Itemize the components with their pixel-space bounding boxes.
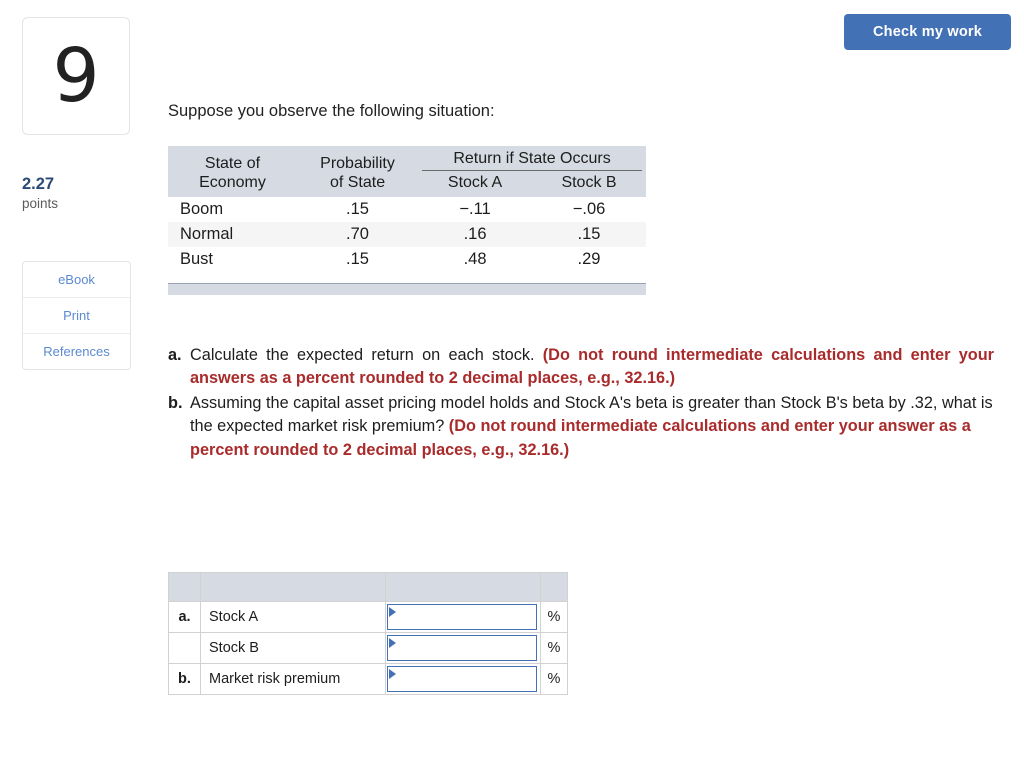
answer-input-stock-a[interactable]: [397, 605, 533, 629]
header-state-of-economy: State of Economy: [168, 146, 297, 197]
question-marker-b: b.: [168, 394, 183, 413]
cell-state: Normal: [168, 222, 297, 247]
question-body-a: Calculate the expected return on each st…: [190, 344, 994, 390]
question-sidebar: 9 2.27 points eBook Print References: [0, 0, 160, 759]
answer-letter-b: b.: [168, 663, 201, 695]
answer-unit-market-risk-premium: %: [540, 663, 568, 695]
cell-stock-b: .15: [532, 222, 646, 247]
cell-state: Bust: [180, 250, 214, 268]
cell-probability: .15: [346, 200, 369, 218]
answer-header-label-cell: [200, 572, 386, 602]
answer-unit-stock-a: %: [540, 601, 568, 633]
cell-stock-b: −.06: [572, 200, 606, 218]
table-group-header-row: State of Economy Probability of State Re…: [168, 146, 646, 197]
cell-state: Boom: [180, 200, 224, 218]
references-button[interactable]: References: [23, 334, 130, 369]
input-wrapper-stock-a[interactable]: [387, 604, 537, 630]
answer-unit-stock-b: %: [540, 632, 568, 664]
answer-letter-a: a.: [168, 601, 201, 633]
situation-table-footer-bar: [168, 283, 646, 295]
answer-input-cell-stock-b[interactable]: [385, 632, 541, 664]
question-body-b: Assuming the capital asset pricing model…: [190, 392, 994, 461]
question-item-b: b. Assuming the capital asset pricing mo…: [168, 392, 994, 461]
points-value: 2.27: [22, 175, 55, 193]
header-state-of-economy-line1: State of: [204, 155, 261, 173]
ebook-button[interactable]: eBook: [23, 262, 130, 298]
cell-stock-a: −.11: [459, 200, 491, 218]
question-item-a: a. Calculate the expected return on each…: [168, 344, 994, 390]
print-button[interactable]: Print: [23, 298, 130, 334]
question-list: a. Calculate the expected return on each…: [168, 344, 994, 464]
header-state-of-economy-line2: Economy: [199, 173, 266, 191]
points-label: points: [22, 195, 59, 211]
answer-label-stock-a: Stock A: [200, 601, 386, 633]
answer-letter-blank: [168, 632, 201, 664]
question-content: Suppose you observe the following situat…: [168, 0, 1008, 759]
intro-text: Suppose you observe the following situat…: [168, 102, 495, 120]
answer-input-cell-stock-a[interactable]: [385, 601, 541, 633]
header-return-if-state-occurs: Return if State Occurs: [418, 146, 646, 170]
question-marker-a: a.: [168, 346, 182, 364]
header-probability-of-state: Probability of State: [296, 146, 419, 197]
tool-list: eBook Print References: [22, 261, 131, 370]
header-stock-b: Stock B: [532, 173, 646, 197]
answer-row-market-risk-premium: b. Market risk premium %: [168, 663, 568, 695]
question-number-card: 9: [22, 17, 130, 135]
input-wrapper-stock-b[interactable]: [387, 635, 537, 661]
cell-stock-a: .16: [418, 222, 533, 247]
cell-stock-a: .48: [463, 250, 487, 268]
header-stock-a: Stock A: [418, 173, 533, 197]
header-probability-line1: Probability: [320, 155, 395, 173]
answer-header-input-cell: [385, 572, 541, 602]
situation-table: State of Economy Probability of State Re…: [168, 146, 646, 272]
answer-row-stock-b: Stock B %: [168, 632, 568, 664]
answer-input-market-risk-premium[interactable]: [397, 667, 533, 691]
situation-table-wrapper: State of Economy Probability of State Re…: [168, 146, 646, 295]
answer-table-wrapper: a. Stock A % Stock B % b. Market risk pr…: [168, 572, 568, 695]
cell-stock-b: .29: [577, 250, 601, 268]
answer-label-market-risk-premium: Market risk premium: [200, 663, 386, 695]
answer-table-header-row: [168, 572, 568, 602]
answer-input-cell-market-risk-premium[interactable]: [385, 663, 541, 695]
answer-row-stock-a: a. Stock A %: [168, 601, 568, 633]
cell-probability: .15: [346, 250, 369, 268]
table-row: Boom .15 −.11 −.06: [168, 197, 646, 222]
header-probability-line2: of State: [329, 173, 386, 191]
answer-header-unit-cell: [540, 572, 568, 602]
question-a-plain: Calculate the expected return on each st…: [190, 346, 543, 364]
answer-input-stock-b[interactable]: [397, 636, 533, 660]
cell-probability: .70: [296, 222, 419, 247]
table-row: Bust .15 .48 .29: [168, 247, 646, 272]
answer-label-stock-b: Stock B: [200, 632, 386, 664]
input-wrapper-market-risk-premium[interactable]: [387, 666, 537, 692]
points-block: 2.27 points: [22, 174, 142, 213]
answer-header-letter-cell: [168, 572, 201, 602]
answer-table: a. Stock A % Stock B % b. Market risk pr…: [168, 572, 568, 695]
question-number: 9: [52, 33, 100, 119]
table-row: Normal .70 .16 .15: [168, 222, 646, 247]
